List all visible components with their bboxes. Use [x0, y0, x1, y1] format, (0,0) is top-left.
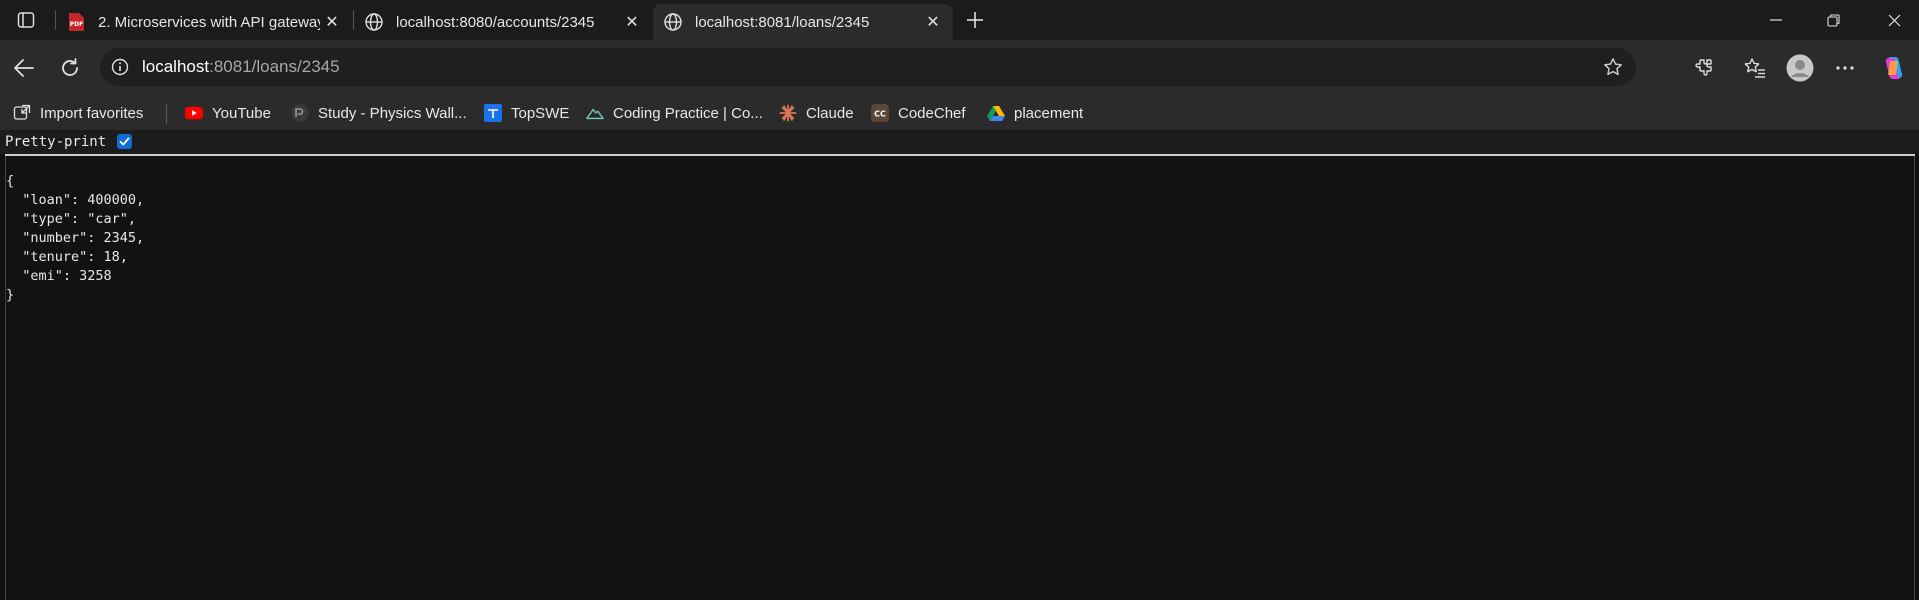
favorite-label: YouTube [212, 104, 271, 122]
favorite-label: Coding Practice | Co... [613, 104, 763, 122]
address-bar[interactable]: localhost:8081/loans/2345 [100, 48, 1636, 86]
physics-wallah-icon [291, 104, 309, 122]
address-host: localhost [142, 57, 210, 76]
restore-icon[interactable] [1808, 0, 1858, 40]
google-drive-icon [987, 104, 1005, 122]
globe-icon [663, 12, 683, 32]
json-line: { [6, 173, 15, 189]
more-menu-icon[interactable] [1829, 52, 1861, 84]
tab-accounts[interactable]: localhost:8080/accounts/2345 ✕ [354, 4, 652, 40]
favorite-youtube[interactable]: YouTube [185, 101, 271, 125]
tab-microservices-pdf[interactable]: PDF 2. Microservices with API gateway ✕ [56, 4, 352, 40]
json-line: "type": "car", [6, 211, 137, 227]
new-tab-icon[interactable] [961, 6, 989, 34]
favorites-bar: Import favorites YouTube Study - Physics… [0, 96, 1919, 130]
pretty-print-label: Pretty-print [5, 134, 107, 150]
page-content: Pretty-print { "loan": 400000, "type": "… [0, 130, 1919, 600]
pretty-print-checkbox[interactable] [117, 134, 132, 149]
close-icon[interactable]: ✕ [921, 10, 945, 34]
favorite-coding-practice[interactable]: Coding Practice | Co... [586, 101, 763, 125]
profile-avatar-icon[interactable] [1784, 52, 1816, 84]
json-line: } [6, 287, 15, 303]
mountain-icon [586, 104, 604, 122]
favorite-placement[interactable]: placement [987, 101, 1083, 125]
json-line: "emi": 3258 [6, 268, 112, 284]
svg-text:PDF: PDF [70, 21, 83, 28]
browser-toolbar: localhost:8081/loans/2345 [0, 40, 1919, 96]
tab-title: localhost:8080/accounts/2345 [396, 13, 595, 31]
svg-text:CC: CC [874, 110, 886, 119]
close-window-icon[interactable] [1869, 0, 1919, 40]
favorites-icon[interactable] [1739, 52, 1771, 84]
json-body: { "loan": 400000, "type": "car", "number… [6, 172, 144, 305]
close-icon[interactable]: ✕ [620, 10, 644, 34]
favorite-label: TopSWE [511, 104, 570, 122]
favorite-codechef[interactable]: CC CodeChef [871, 101, 966, 125]
import-favorites-icon [13, 104, 31, 122]
tab-title: localhost:8081/loans/2345 [695, 13, 870, 31]
favorite-claude[interactable]: Claude [779, 101, 854, 125]
json-line: "number": 2345, [6, 230, 145, 246]
json-line: "tenure": 18, [6, 249, 128, 265]
address-path: :8081/loans/2345 [209, 57, 340, 76]
json-line: "loan": 400000, [6, 192, 145, 208]
pdf-icon: PDF [66, 12, 86, 32]
back-icon[interactable] [6, 50, 42, 86]
tab-actions-icon[interactable] [10, 8, 42, 32]
favorite-physics-wallah[interactable]: Study - Physics Wall... [291, 101, 467, 125]
refresh-icon[interactable] [52, 50, 88, 86]
claude-icon [779, 104, 797, 122]
favorites-separator [166, 104, 167, 124]
minimize-icon[interactable] [1751, 0, 1801, 40]
tab-title: 2. Microservices with API gateway [98, 13, 320, 31]
address-url[interactable]: localhost:8081/loans/2345 [142, 57, 340, 77]
codechef-icon: CC [871, 104, 889, 122]
extensions-icon[interactable] [1688, 52, 1720, 84]
topswe-icon [484, 104, 502, 122]
youtube-icon [185, 104, 203, 122]
star-icon[interactable] [1602, 56, 1624, 78]
tab-loans-active[interactable]: localhost:8081/loans/2345 ✕ [653, 4, 953, 40]
favorite-label: placement [1014, 104, 1084, 122]
favorite-label: Import favorites [40, 104, 144, 122]
pretty-print-bar: Pretty-print [0, 130, 1919, 154]
favorite-label: Claude [806, 104, 854, 122]
tab-strip: PDF 2. Microservices with API gateway ✕ … [0, 0, 1919, 40]
favorite-import[interactable]: Import favorites [13, 101, 143, 125]
favorite-label: Study - Physics Wall... [318, 104, 467, 122]
json-viewer: { "loan": 400000, "type": "car", "number… [5, 156, 1915, 600]
favorite-topswe[interactable]: TopSWE [484, 101, 569, 125]
favorite-label: CodeChef [898, 104, 966, 122]
site-info-icon[interactable] [110, 57, 130, 77]
close-icon[interactable]: ✕ [320, 10, 344, 34]
globe-icon [364, 12, 384, 32]
copilot-icon[interactable] [1878, 52, 1910, 84]
